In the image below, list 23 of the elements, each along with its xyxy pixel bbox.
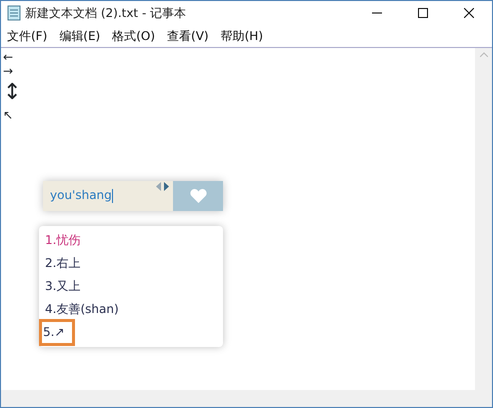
heart-icon[interactable] [190, 189, 206, 203]
candidate-item[interactable]: 3.又上 [43, 275, 82, 298]
arrow-character: → [3, 64, 14, 78]
candidate-item[interactable]: 5.↗ [41, 321, 73, 344]
close-icon [464, 8, 474, 18]
arrow-character: ← [3, 50, 14, 64]
candidate-item[interactable]: 1.忧伤 [43, 229, 82, 252]
notepad-icon [7, 5, 21, 21]
candidate-item[interactable]: 4.友善(shan) [43, 298, 121, 321]
page-arrows-icon[interactable] [156, 182, 169, 191]
menu-item[interactable]: 格式(O) [106, 27, 162, 45]
scroll-up-icon[interactable] [480, 52, 488, 57]
window-title: 新建文本文档 (2).txt - 记事本 [25, 5, 186, 22]
candidate-item[interactable]: 2.右上 [43, 252, 82, 275]
menu-item[interactable]: 帮助(H) [214, 27, 269, 45]
horizontal-scrollbar[interactable] [1, 390, 492, 407]
arrow-character: ↕ [3, 79, 22, 107]
maximize-icon [418, 8, 428, 18]
menu-item[interactable]: 查看(V) [161, 27, 215, 45]
menu-item[interactable]: 编辑(E) [53, 27, 106, 45]
arrow-character: ↖ [3, 108, 14, 122]
menu-item[interactable]: 文件(F) [1, 27, 54, 45]
vertical-scrollbar[interactable] [475, 48, 492, 390]
